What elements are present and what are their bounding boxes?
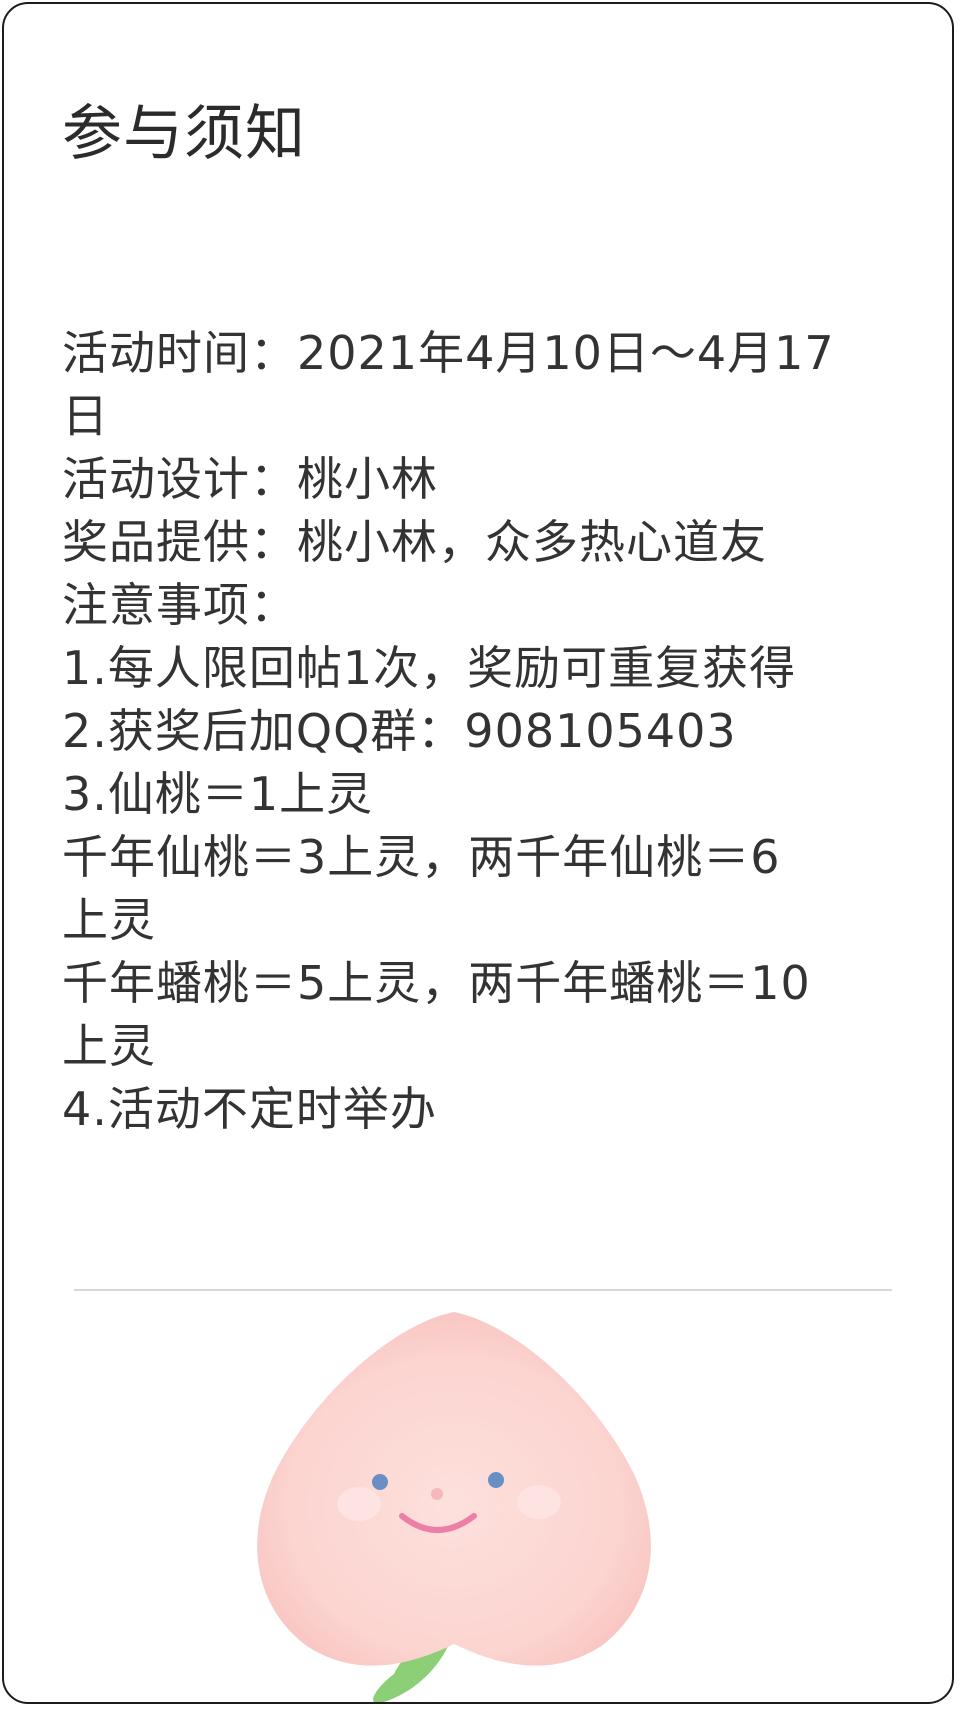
peach-body (257, 1312, 651, 1666)
notice-title: 参与须知 (62, 99, 306, 169)
peach-mascot-illustration (257, 1312, 651, 1702)
notice-line-rule-3-flat-peach-wrap: 上灵 (62, 1019, 156, 1073)
notice-body: 活动时间：2021年4月10日～4月17 日 活动设计：桃小林 奖品提供：桃小林… (62, 322, 912, 1141)
notice-line-rule-1: 1.每人限回帖1次，奖励可重复获得 (62, 641, 797, 695)
notice-line-rule-3: 3.仙桃＝1上灵 (62, 767, 374, 821)
notice-line-notes-heading: 注意事项： (62, 578, 297, 632)
notice-line-rule-3-flat-peach: 千年蟠桃＝5上灵，两千年蟠桃＝10 (62, 956, 811, 1010)
notice-line-event-time-wrap: 日 (62, 389, 109, 443)
left-cheek (337, 1487, 381, 1521)
notice-card: 参与须知 活动时间：2021年4月10日～4月17 日 活动设计：桃小林 奖品提… (2, 2, 954, 1704)
notice-line-rule-4: 4.活动不定时举办 (62, 1082, 437, 1136)
right-cheek (517, 1485, 561, 1519)
notice-line-rule-2: 2.获奖后加QQ群：908105403 (62, 704, 737, 758)
notice-line-event-time: 活动时间：2021年4月10日～4月17 (62, 326, 835, 380)
nose-icon (431, 1488, 443, 1500)
left-eye-icon (372, 1474, 388, 1490)
notice-line-rule-3-thousand-year: 千年仙桃＝3上灵，两千年仙桃＝6 (62, 830, 781, 884)
notice-line-event-design: 活动设计：桃小林 (62, 452, 438, 506)
right-eye-icon (488, 1472, 504, 1488)
notice-line-prize-provider: 奖品提供：桃小林，众多热心道友 (62, 515, 767, 569)
notice-line-rule-3-thousand-year-wrap: 上灵 (62, 893, 156, 947)
divider (74, 1289, 892, 1291)
